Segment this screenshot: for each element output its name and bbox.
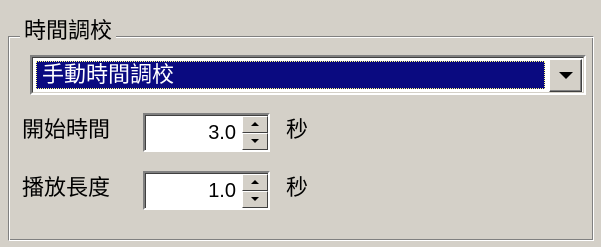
start-time-spinbox-frame: 3.0 (145, 115, 268, 150)
mode-dropdown[interactable]: 手動時間調校 (30, 55, 586, 95)
spin-down-icon (251, 197, 259, 201)
duration-value[interactable]: 1.0 (208, 177, 236, 205)
duration-spin-buttons (242, 174, 268, 208)
time-adjust-panel: 時間調校 手動時間調校 開始時間 3.0 秒 播放長度 1.0 秒 (0, 0, 601, 247)
duration-unit: 秒 (286, 176, 309, 201)
duration-spinbox-frame: 1.0 (145, 173, 268, 208)
start-time-increment-button[interactable] (242, 116, 268, 133)
start-time-spin-buttons (242, 116, 268, 150)
duration-label: 播放長度 (22, 176, 111, 201)
mode-dropdown-frame: 手動時間調校 (32, 57, 584, 93)
groupbox-title: 時間調校 (20, 18, 117, 46)
chevron-down-icon (559, 72, 573, 79)
spin-up-icon (251, 180, 259, 184)
start-time-decrement-button[interactable] (242, 133, 268, 150)
start-time-value[interactable]: 3.0 (208, 119, 236, 147)
mode-dropdown-value[interactable]: 手動時間調校 (36, 61, 545, 89)
duration-increment-button[interactable] (242, 174, 268, 191)
dropdown-button[interactable] (549, 59, 582, 92)
start-time-label: 開始時間 (22, 118, 111, 143)
duration-decrement-button[interactable] (242, 191, 268, 208)
spin-up-icon (251, 122, 259, 126)
start-time-spinbox[interactable]: 3.0 (143, 113, 270, 152)
duration-spinbox[interactable]: 1.0 (143, 171, 270, 210)
start-time-unit: 秒 (286, 118, 309, 143)
spin-down-icon (251, 139, 259, 143)
